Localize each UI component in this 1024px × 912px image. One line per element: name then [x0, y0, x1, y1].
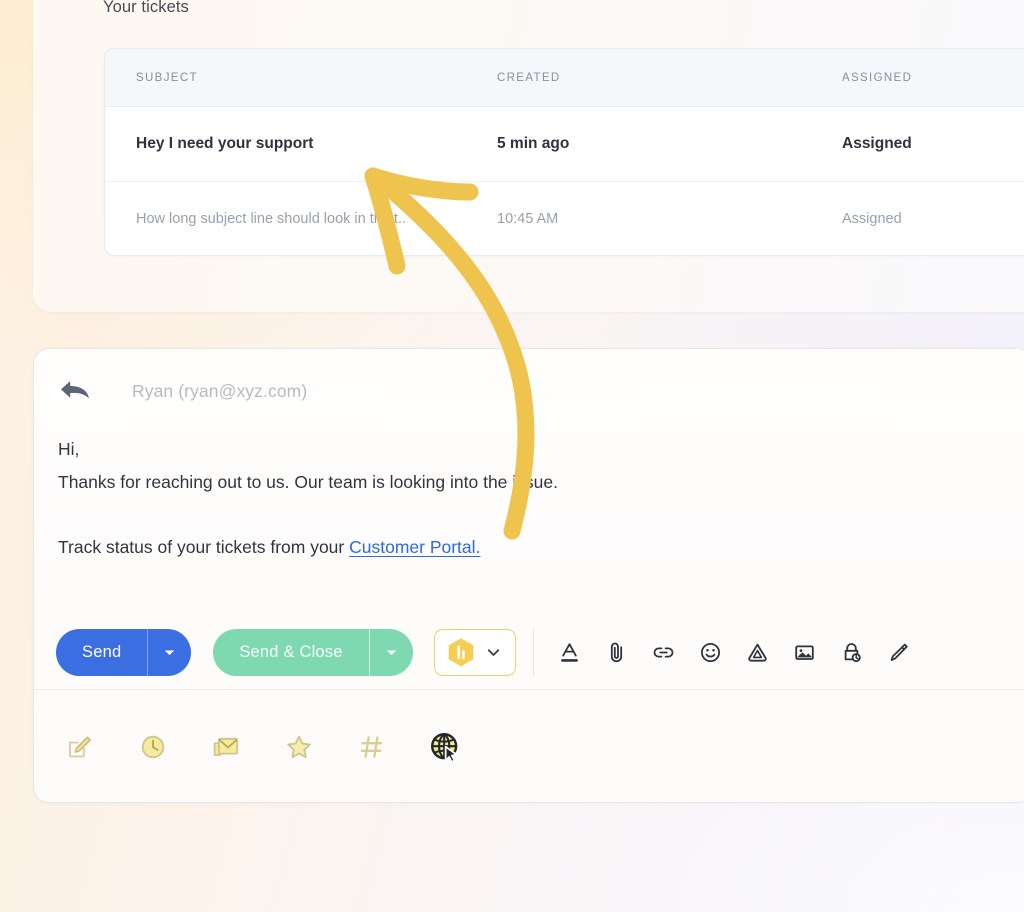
send-button[interactable]: Send — [56, 629, 192, 676]
ticket-created: 5 min ago — [497, 135, 570, 152]
column-header-assigned: ASSIGNED — [842, 71, 913, 84]
text-format-icon[interactable] — [556, 639, 584, 667]
mail-line-1: Thanks for reaching out to us. Our team … — [58, 472, 558, 492]
star-icon[interactable] — [281, 729, 317, 765]
send-and-close-button-label: Send & Close — [239, 643, 343, 661]
tickets-table: SUBJECT CREATED ASSIGNED Hey I need your… — [104, 48, 1024, 256]
globe-cursor-icon[interactable] — [427, 729, 463, 765]
confidential-mode-lock-clock-icon[interactable] — [838, 639, 866, 667]
reply-composer-card: Ryan (ryan@xyz.com) Hi, Thanks for reach… — [33, 348, 1024, 803]
mail-spacer — [58, 499, 1008, 531]
composer-bottom-toolbar — [34, 689, 1024, 802]
insert-image-icon[interactable] — [791, 639, 819, 667]
google-drive-icon[interactable] — [744, 639, 772, 667]
reply-recipient: Ryan (ryan@xyz.com) — [132, 380, 308, 401]
table-header-row: SUBJECT CREATED ASSIGNED — [105, 49, 1024, 107]
tickets-panel: Your tickets SUBJECT CREATED ASSIGNED He… — [33, 0, 1024, 312]
ticket-subject: How long subject line should look in the… — [136, 210, 407, 227]
reply-header: Ryan (ryan@xyz.com) — [34, 349, 1024, 433]
mail-body[interactable]: Hi, Thanks for reaching out to us. Our t… — [34, 433, 1024, 564]
formatting-toolbar — [556, 639, 913, 667]
table-row[interactable]: How long subject line should look in the… — [105, 181, 1024, 255]
compose-note-icon[interactable] — [62, 729, 98, 765]
clock-icon[interactable] — [135, 729, 171, 765]
toolbar-divider — [532, 629, 534, 676]
send-and-close-button[interactable]: Send & Close — [213, 629, 413, 676]
brand-app-button[interactable] — [433, 629, 516, 676]
ticket-subject: Hey I need your support — [136, 135, 314, 152]
insert-link-icon[interactable] — [650, 639, 678, 667]
composer-action-bar: Send Send & Close — [34, 616, 1024, 689]
emoji-icon[interactable] — [697, 639, 725, 667]
send-button-label: Send — [82, 643, 122, 661]
column-header-subject: SUBJECT — [136, 71, 198, 84]
brand-app-chevron-down-icon — [485, 644, 502, 661]
table-row[interactable]: Hey I need your support 5 min ago Assign… — [105, 107, 1024, 181]
ticket-created: 10:45 AM — [497, 210, 559, 227]
attachment-paperclip-icon[interactable] — [603, 639, 631, 667]
ticket-assigned-status: Assigned — [842, 135, 912, 152]
hexagon-h-logo-icon — [446, 637, 476, 668]
column-header-created: CREATED — [497, 71, 561, 84]
signature-pen-icon[interactable] — [885, 639, 913, 667]
customer-portal-link[interactable]: Customer Portal. — [349, 537, 480, 557]
reply-arrow-icon[interactable] — [58, 378, 92, 404]
mail-line-2: Track status of your tickets from your C… — [58, 531, 1008, 564]
mail-line-2-text: Track status of your tickets from your — [58, 537, 350, 557]
page-title: Your tickets — [103, 0, 189, 16]
mail-icon[interactable] — [208, 729, 244, 765]
mail-greeting: Hi, — [58, 439, 80, 459]
send-and-close-options-chevron-down-icon[interactable] — [368, 629, 413, 676]
ticket-assigned-status: Assigned — [842, 210, 902, 227]
send-options-chevron-down-icon[interactable] — [147, 629, 191, 676]
hashtag-icon[interactable] — [354, 729, 390, 765]
